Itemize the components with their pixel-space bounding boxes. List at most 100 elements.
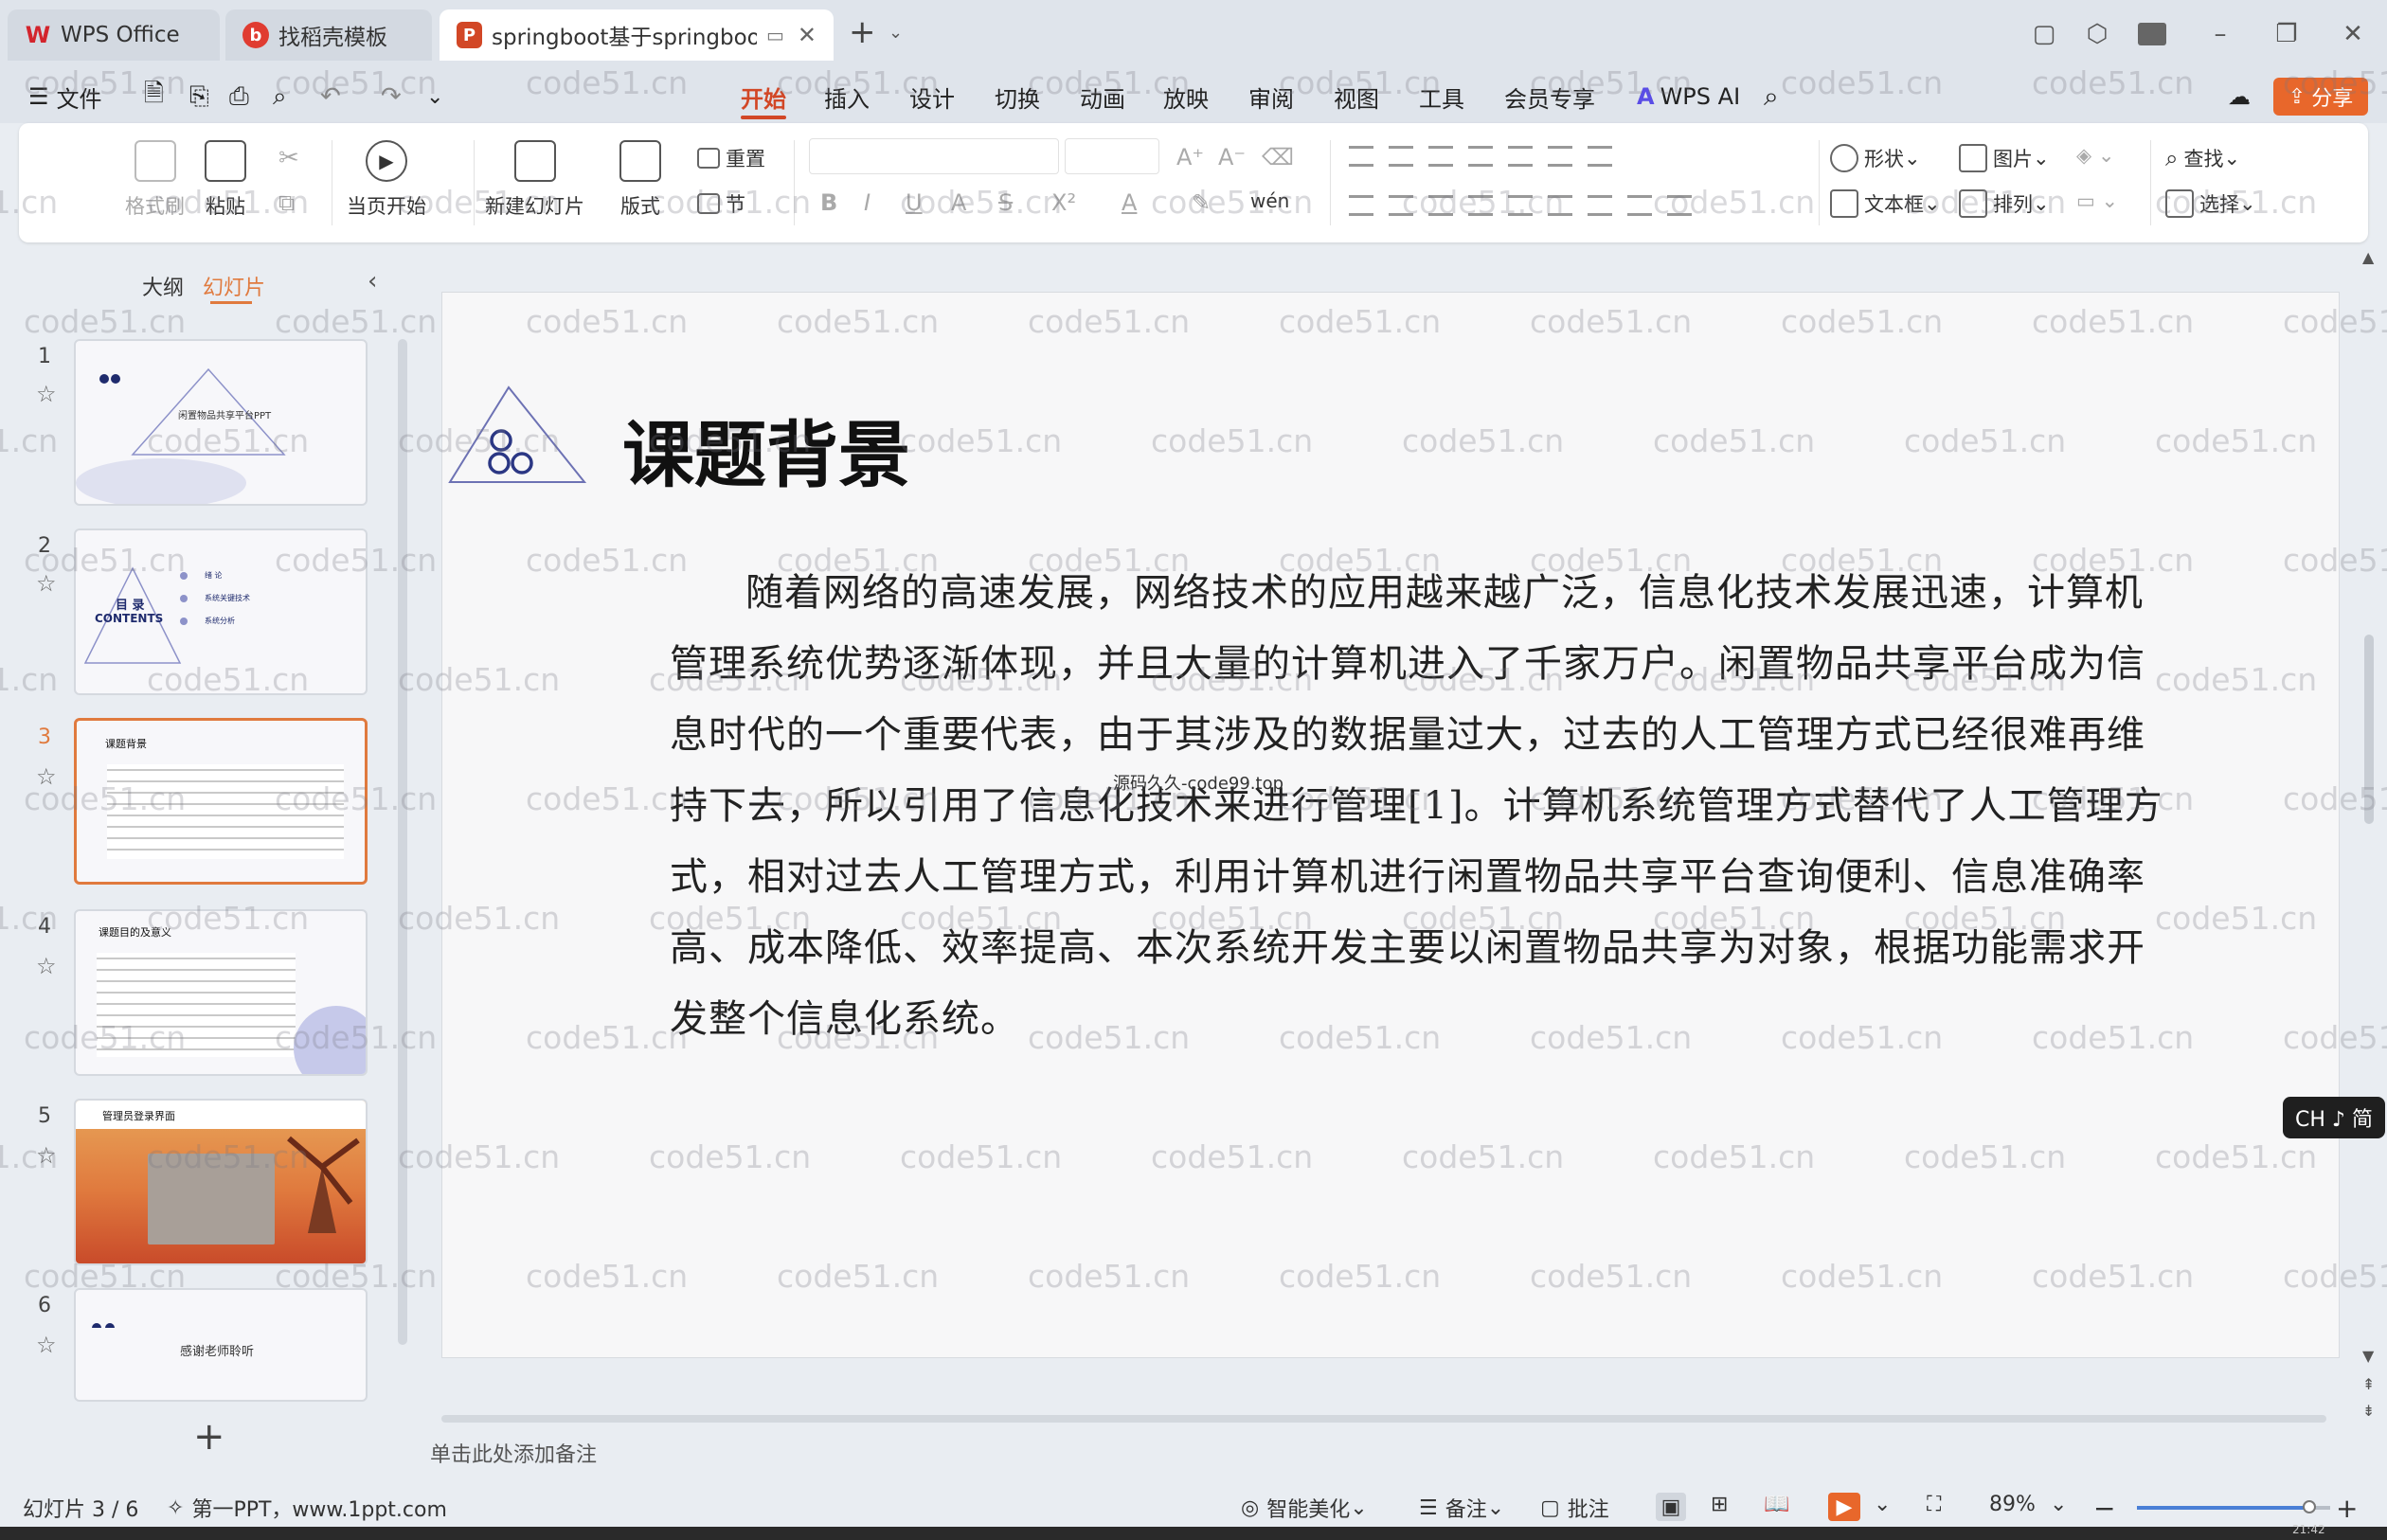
shape-button[interactable]: 形状 ⌄	[1830, 144, 1921, 172]
paste-button[interactable]: 粘贴	[205, 140, 246, 220]
star-icon[interactable]: ☆	[36, 570, 57, 597]
slides-tab[interactable]: 幻灯片	[203, 271, 265, 301]
next-slide-icon[interactable]: ⇟	[2362, 1402, 2375, 1420]
decrease-font-icon[interactable]: A⁻	[1218, 144, 1246, 170]
text-shadow-icon[interactable]: A	[951, 189, 966, 216]
strikethrough-icon[interactable]: S	[998, 189, 1013, 216]
slide-thumbnail-3[interactable]: 课题背景	[74, 718, 368, 885]
tab-animations[interactable]: 动画	[1074, 78, 1131, 116]
find-button[interactable]: ⌕ 查找 ⌄	[2165, 144, 2240, 172]
notes-button[interactable]: ☰ 备注 ⌄	[1419, 1493, 1504, 1523]
chevron-down-icon[interactable]: ⌄	[2050, 1493, 2067, 1516]
add-slide-button[interactable]: +	[193, 1415, 225, 1459]
notes-pane[interactable]: 单击此处添加备注	[417, 1421, 2387, 1487]
redo-icon[interactable]: ↷	[375, 78, 407, 116]
star-icon[interactable]: ☆	[36, 953, 57, 979]
slide-canvas[interactable]: 课题背景 随着网络的高速发展，网络技术的应用越来越广泛，信息化技术发展迅速，计算…	[441, 292, 2340, 1358]
slide-thumbnail-5[interactable]: 管理员登录界面	[74, 1099, 368, 1265]
sort-icon[interactable]	[1548, 146, 1572, 167]
tab-review[interactable]: 审阅	[1243, 78, 1300, 116]
text-direction-icon[interactable]	[1508, 146, 1533, 167]
theme-indicator[interactable]: ✧ 第一PPT，www.1ppt.com	[167, 1493, 447, 1523]
tab-tools[interactable]: 工具	[1413, 78, 1470, 116]
outline-button[interactable]: ▭ ⌄	[2076, 189, 2118, 212]
tab-membership[interactable]: 会员专享	[1499, 78, 1601, 116]
align-center-icon[interactable]	[1389, 195, 1413, 216]
sorter-view-icon[interactable]: ⊞	[1711, 1493, 1728, 1516]
tab-wps-office[interactable]: W WPS Office	[8, 9, 220, 61]
window-layout-icon[interactable]: ▢	[2025, 17, 2063, 51]
cloud-icon[interactable]: ☁	[2222, 78, 2256, 116]
cube-icon[interactable]: ⬡	[2078, 17, 2116, 51]
comment-button[interactable]: ▢ 批注	[1540, 1493, 1609, 1523]
reset-button[interactable]: 重置	[697, 144, 765, 172]
zoom-out-icon[interactable]: −	[2093, 1493, 2115, 1524]
vertical-scrollbar[interactable]	[2364, 635, 2374, 824]
vertical-align-icon[interactable]	[1627, 195, 1652, 216]
zoom-slider[interactable]	[2137, 1500, 2330, 1513]
slide-thumbnail-1[interactable]: 闲置物品共享平台PPT	[74, 339, 368, 506]
justify-icon[interactable]	[1468, 195, 1493, 216]
tab-design[interactable]: 设计	[904, 78, 960, 116]
increase-font-icon[interactable]: A⁺	[1176, 144, 1204, 170]
underline-icon[interactable]: U	[906, 189, 923, 216]
tab-slideshow[interactable]: 放映	[1158, 78, 1214, 116]
share-button[interactable]: ⇪ 分享	[2273, 78, 2368, 116]
minimize-icon[interactable]: –	[2201, 17, 2239, 51]
star-icon[interactable]: ☆	[36, 1332, 57, 1358]
prev-slide-icon[interactable]: ⇞	[2362, 1375, 2375, 1393]
line-spacing-icon[interactable]	[1548, 195, 1572, 216]
zoom-level[interactable]: 89%	[1989, 1493, 2036, 1516]
scroll-up-icon[interactable]: ▲	[2362, 248, 2374, 266]
paragraph-icon[interactable]	[1667, 195, 1692, 216]
start-from-current-button[interactable]: ▶ 当页开始	[347, 140, 426, 220]
undo-icon[interactable]: ↶	[314, 78, 347, 116]
format-painter-button[interactable]: 格式刷	[125, 140, 185, 220]
slide-title[interactable]: 课题背景	[622, 397, 910, 501]
avatar[interactable]	[2133, 17, 2171, 51]
font-color-icon[interactable]: A	[1122, 189, 1137, 216]
tab-view[interactable]: 视图	[1328, 78, 1385, 116]
cut-icon[interactable]: ✂	[278, 144, 299, 172]
ime-indicator[interactable]: CH ♪ 简	[2283, 1097, 2385, 1138]
bullets-icon[interactable]	[1349, 146, 1373, 167]
save-icon[interactable]: 🗎	[138, 78, 170, 116]
tab-transitions[interactable]: 切换	[989, 78, 1046, 116]
normal-view-icon[interactable]: ▣	[1656, 1493, 1686, 1521]
chevron-down-icon[interactable]: ⌄	[1874, 1493, 1891, 1516]
fill-button[interactable]: ◈ ⌄	[2076, 144, 2114, 167]
slide-thumbnail-2[interactable]: 目 录 CONTENTS 绪 论 系统关键技术 系统分析	[74, 528, 368, 695]
textbox-button[interactable]: 文本框 ⌄	[1830, 189, 1941, 218]
copy-icon[interactable]: ⧉	[278, 189, 295, 216]
superscript-icon[interactable]: X²	[1051, 189, 1076, 216]
close-icon[interactable]: ✕	[798, 22, 817, 48]
align-right-icon[interactable]	[1428, 195, 1453, 216]
print-icon[interactable]: ⎙	[224, 78, 255, 116]
tab-home[interactable]: 开始	[735, 78, 792, 119]
fit-window-icon[interactable]: ⛶	[1927, 1493, 1941, 1516]
tab-current-document[interactable]: P springboot基于springboot闲 ▭ ✕	[440, 9, 834, 61]
layout-button[interactable]: 版式	[619, 140, 661, 220]
font-size-select[interactable]	[1065, 138, 1159, 174]
chevron-down-icon[interactable]: ⌄	[421, 78, 449, 116]
export-icon[interactable]: ⎘	[184, 78, 215, 116]
new-slide-button[interactable]: 新建幻灯片	[485, 140, 584, 220]
search-icon[interactable]: ⌕	[1758, 78, 1785, 116]
distribute-icon[interactable]	[1508, 195, 1533, 216]
columns-icon[interactable]	[1588, 195, 1612, 216]
wps-ai-button[interactable]: A WPS AI	[1631, 78, 1746, 116]
zoom-slider-knob[interactable]	[2302, 1500, 2316, 1513]
picture-button[interactable]: 图片 ⌄	[1959, 144, 2050, 172]
highlight-icon[interactable]: ✎	[1192, 189, 1211, 216]
outline-tab[interactable]: 大纲	[142, 271, 184, 301]
arrange-button[interactable]: 排列 ⌄	[1959, 189, 2050, 218]
select-button[interactable]: 选择 ⌄	[2165, 189, 2256, 218]
star-icon[interactable]: ☆	[36, 1142, 57, 1169]
collapse-panel-icon[interactable]: ‹	[368, 267, 377, 295]
new-tab-button[interactable]: +	[849, 13, 876, 51]
slide-thumbnail-6[interactable]: 感谢老师聆听	[74, 1288, 368, 1402]
slide-thumbnail-4[interactable]: 课题目的及意义	[74, 909, 368, 1076]
maximize-icon[interactable]: ❐	[2268, 17, 2306, 51]
play-slideshow-button[interactable]: ▶	[1828, 1493, 1860, 1521]
star-icon[interactable]: ☆	[36, 763, 57, 790]
